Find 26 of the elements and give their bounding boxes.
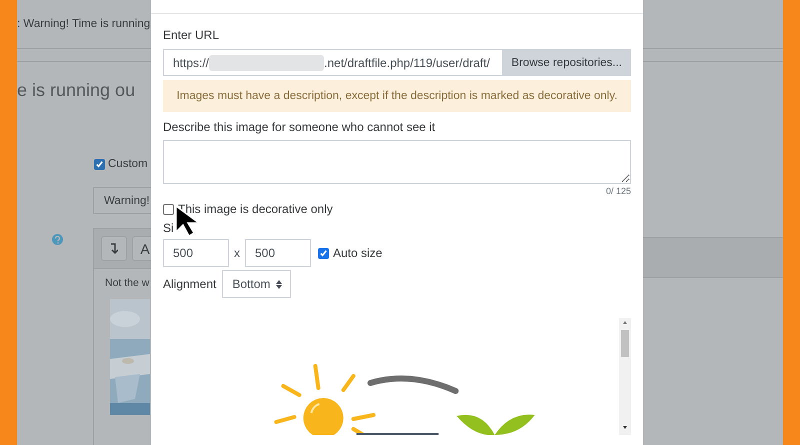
arrow-down-icon — [110, 242, 118, 254]
height-field[interactable]: 500 — [245, 239, 311, 267]
decorative-checkbox[interactable] — [163, 204, 174, 214]
width-field[interactable]: 500 — [163, 239, 229, 267]
url-label: Enter URL — [163, 28, 220, 42]
auto-size-checkbox[interactable] — [318, 248, 329, 258]
scrollbar[interactable] — [619, 318, 631, 435]
warning-alert: Images must have a description, except if the description is marked as decorative only. — [163, 80, 631, 112]
toolbar-button[interactable] — [101, 236, 127, 261]
toolbar-button[interactable]: A — [132, 236, 151, 261]
url-field[interactable]: https:// .net/draftfile.php/119/user/draft/ — [163, 49, 502, 76]
description-label: Describe this image for someone who cannot see it — [163, 120, 436, 134]
times-sign: x — [234, 246, 240, 260]
page-heading: e is running ou — [17, 80, 136, 101]
page-header-text: : Warning! Time is running — [17, 18, 150, 30]
browse-repositories-button[interactable]: Browse repositories... — [502, 49, 631, 76]
custom-checkbox[interactable] — [94, 158, 105, 170]
auto-size-label: Auto size — [333, 246, 382, 260]
size-label: Si — [163, 221, 175, 235]
editor-text: Not the w — [105, 277, 150, 289]
description-field[interactable] — [163, 140, 631, 184]
alignment-label: Alignment — [163, 277, 216, 291]
custom-label: Custom — [108, 158, 148, 170]
sort-caret-icon — [276, 280, 282, 288]
character-count: 0/ 125 — [606, 186, 631, 196]
alignment-select[interactable]: Bottom — [222, 270, 292, 298]
